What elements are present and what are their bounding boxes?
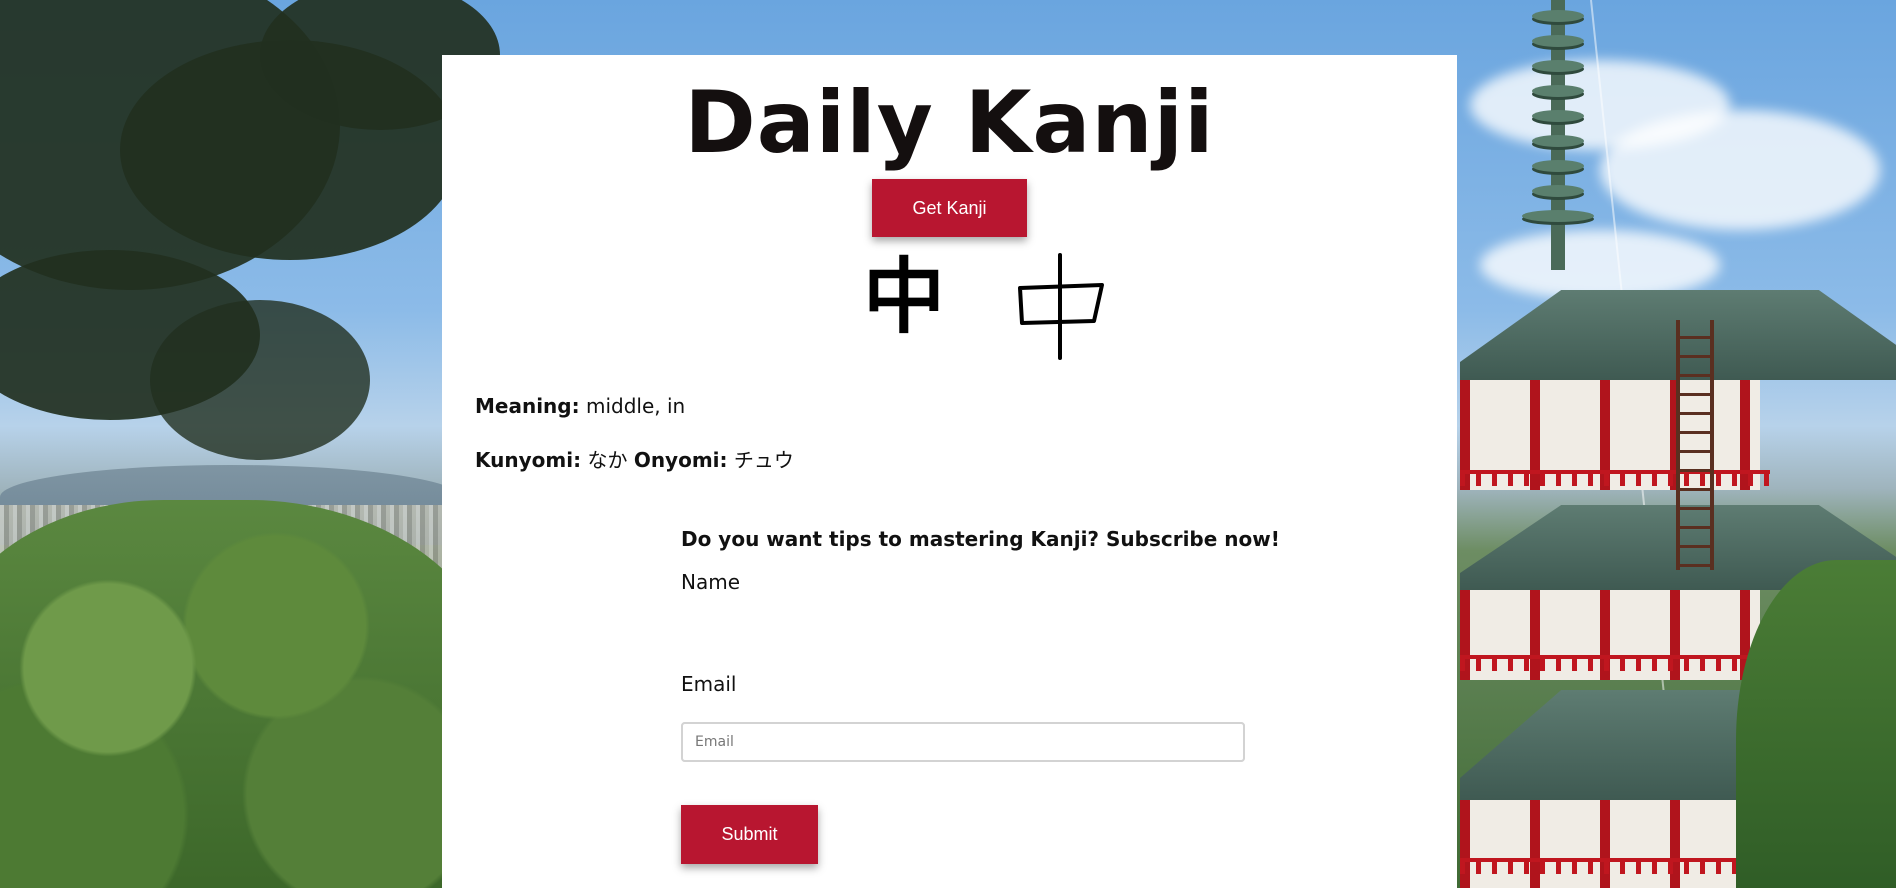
onyomi-label: Onyomi: bbox=[633, 448, 728, 472]
spire-ring bbox=[1522, 210, 1594, 222]
meaning-row: Meaning: middle, in bbox=[475, 394, 685, 418]
spire-ring bbox=[1532, 135, 1584, 147]
submit-button[interactable]: Submit bbox=[681, 805, 818, 864]
spire-ring bbox=[1532, 185, 1584, 197]
pagoda-tier bbox=[1460, 800, 1780, 888]
tree-foliage-left bbox=[0, 500, 500, 888]
spire-ring bbox=[1532, 60, 1584, 72]
kanji-character: 中 bbox=[862, 250, 945, 345]
email-field[interactable] bbox=[681, 722, 1245, 762]
name-label: Name bbox=[681, 570, 741, 594]
kanji-stroke-diagram bbox=[1018, 253, 1104, 360]
spire-ring bbox=[1532, 110, 1584, 122]
subscribe-heading: Do you want tips to mastering Kanji? Sub… bbox=[681, 527, 1280, 551]
kunyomi-value: なか bbox=[587, 448, 628, 472]
spire-ring bbox=[1532, 85, 1584, 97]
readings-row: Kunyomi: なか Onyomi: チュウ bbox=[475, 444, 794, 473]
pine-branch bbox=[150, 300, 370, 460]
page-title: Daily Kanji bbox=[684, 73, 1215, 173]
pagoda-railing bbox=[1460, 470, 1770, 486]
spire-ring bbox=[1532, 160, 1584, 172]
spire-ring bbox=[1532, 35, 1584, 47]
spire-ring bbox=[1532, 10, 1584, 22]
tree-foliage-right bbox=[1736, 560, 1896, 888]
onyomi-value: チュウ bbox=[733, 448, 794, 472]
pagoda-railing bbox=[1460, 655, 1780, 671]
cloud bbox=[1480, 230, 1720, 300]
meaning-label: Meaning: bbox=[475, 394, 580, 418]
cloud bbox=[1600, 110, 1880, 230]
meaning-value: middle, in bbox=[585, 394, 686, 418]
kunyomi-label: Kunyomi: bbox=[475, 448, 582, 472]
kanji-card: Daily Kanji Get Kanji 中 Meaning: middle,… bbox=[442, 55, 1457, 888]
email-label: Email bbox=[681, 672, 737, 696]
pagoda-ladder bbox=[1676, 320, 1714, 570]
get-kanji-button[interactable]: Get Kanji bbox=[872, 179, 1027, 237]
